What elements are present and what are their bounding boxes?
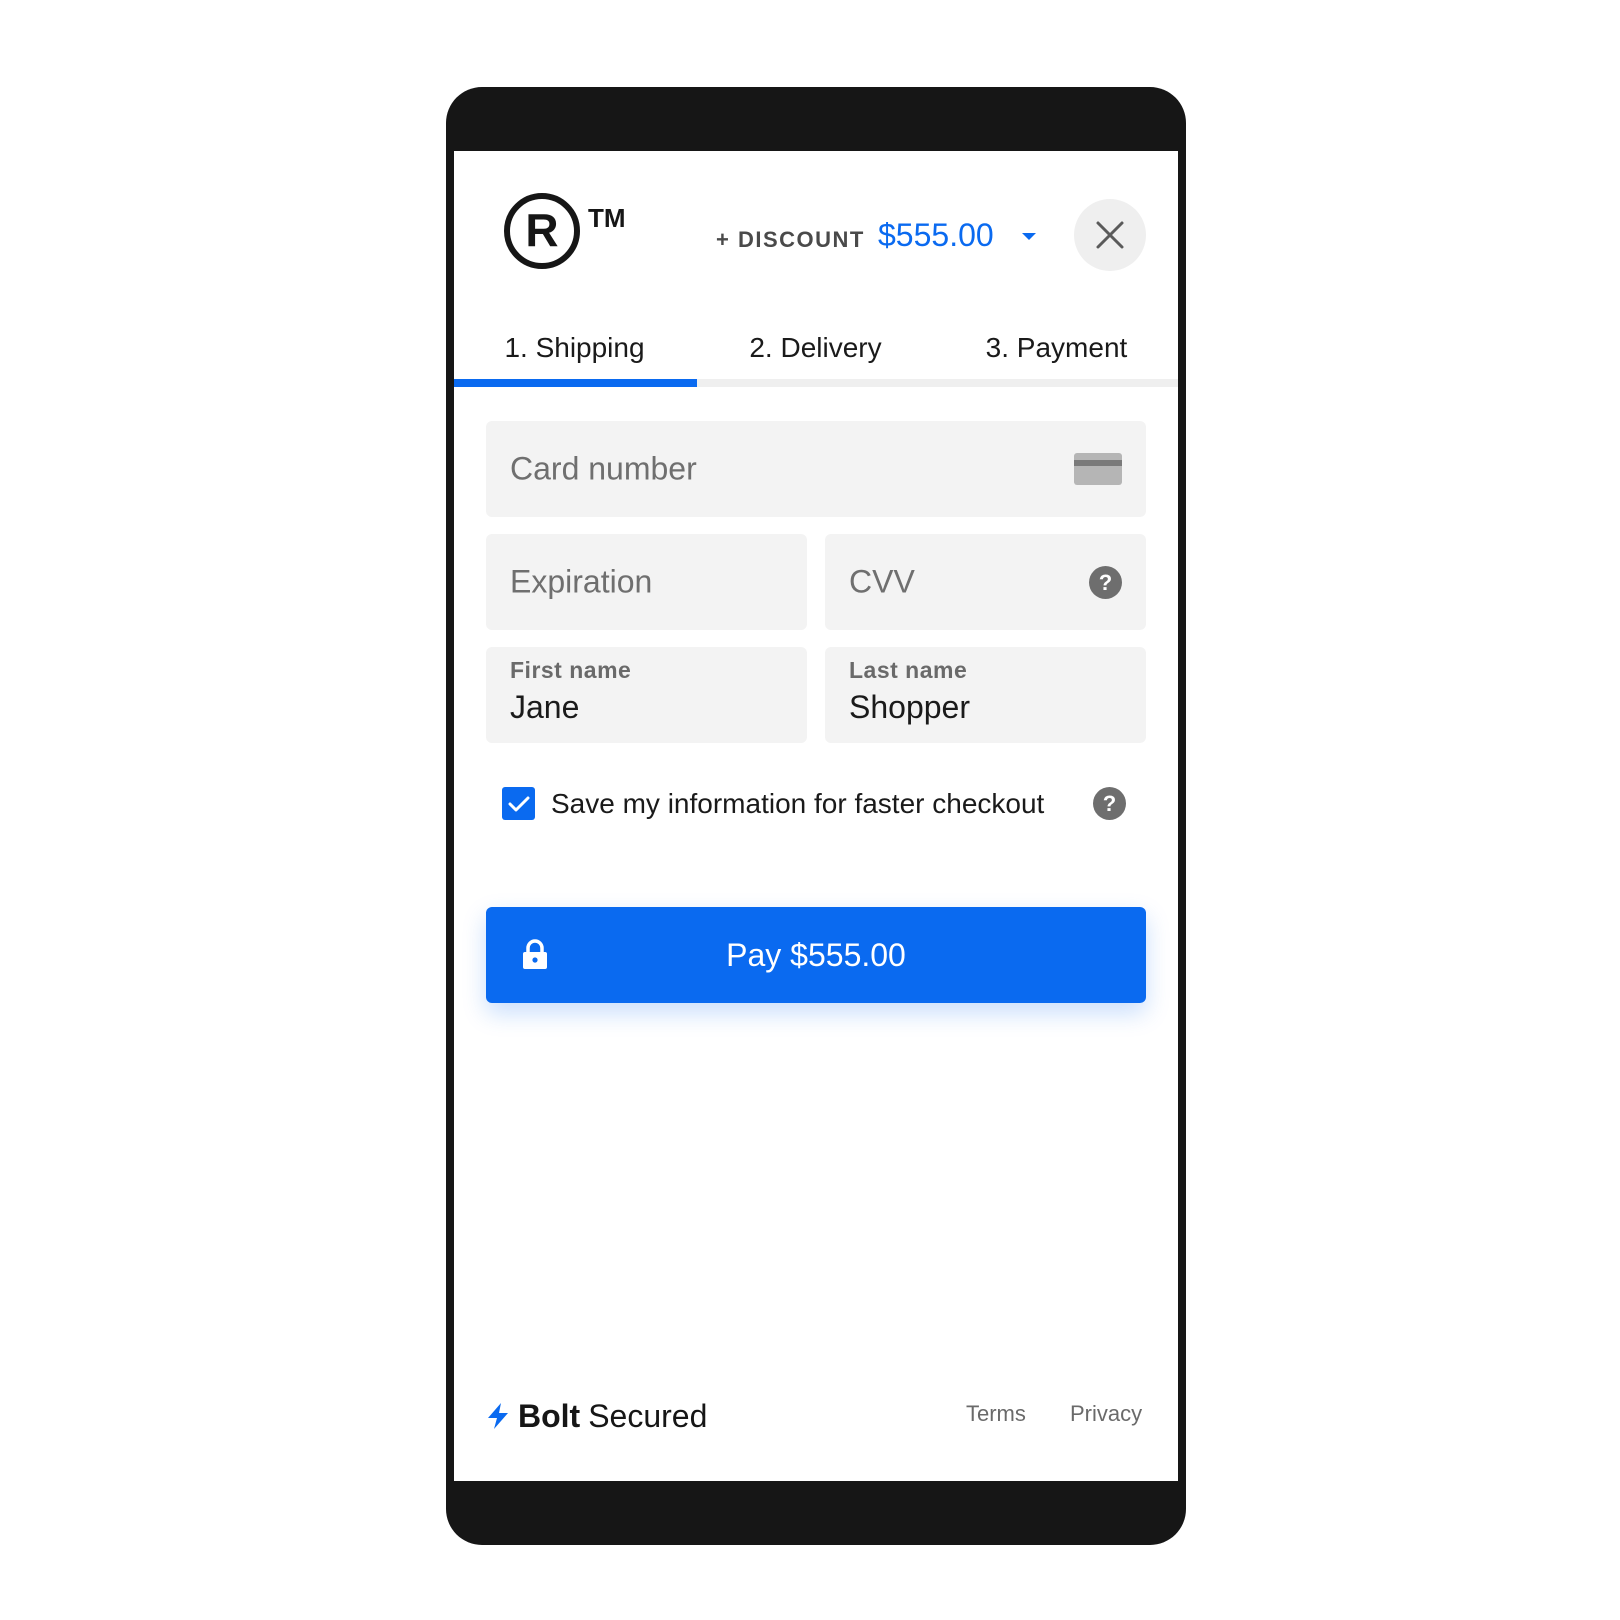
first-name-field[interactable]: First name Jane (486, 647, 807, 743)
checkout-modal: R TM + DISCOUNT $555.00 1. Shipping 2. D… (454, 151, 1178, 1481)
bolt-secured-text: Secured (588, 1397, 708, 1434)
registered-trademark-logo: R TM (504, 193, 626, 269)
add-discount-link[interactable]: + DISCOUNT (716, 227, 865, 253)
expiration-field[interactable]: Expiration (486, 534, 807, 630)
last-name-label: Last name (849, 657, 968, 683)
last-name-value: Shopper (849, 689, 970, 725)
cvv-field[interactable]: CVV ? (825, 534, 1146, 630)
save-info-help-icon[interactable]: ? (1093, 787, 1126, 820)
bolt-secured-badge: Bolt Secured (486, 1396, 707, 1436)
card-number-placeholder: Card number (510, 450, 697, 487)
checkmark-icon (508, 796, 529, 811)
cvv-placeholder: CVV (849, 563, 915, 600)
device-frame: R TM + DISCOUNT $555.00 1. Shipping 2. D… (446, 87, 1186, 1545)
cvv-help-icon[interactable]: ? (1089, 566, 1122, 599)
pay-button[interactable]: Pay $555.00 (486, 907, 1146, 1003)
bolt-lightning-icon (488, 1403, 508, 1429)
tab-delivery[interactable]: 2. Delivery (695, 317, 936, 379)
save-info-checkbox[interactable] (502, 787, 535, 820)
first-name-value: Jane (510, 689, 580, 725)
svg-text:R: R (525, 204, 558, 256)
pay-button-label: Pay $555.00 (726, 936, 906, 973)
terms-link[interactable]: Terms (966, 1401, 1026, 1427)
close-icon (1096, 221, 1124, 249)
expiration-placeholder: Expiration (510, 563, 653, 600)
checkout-steps: 1. Shipping 2. Delivery 3. Payment (454, 317, 1178, 387)
privacy-link[interactable]: Privacy (1070, 1401, 1142, 1427)
lock-icon (523, 939, 547, 969)
first-name-label: First name (510, 657, 632, 683)
active-tab-indicator (454, 379, 697, 387)
bolt-brand-name: Bolt (518, 1397, 581, 1434)
close-button[interactable] (1074, 199, 1146, 271)
last-name-field[interactable]: Last name Shopper (825, 647, 1146, 743)
credit-card-icon (1074, 453, 1122, 485)
save-info-label[interactable]: Save my information for faster checkout (551, 787, 1044, 820)
tab-shipping[interactable]: 1. Shipping (454, 317, 695, 379)
svg-text:TM: TM (588, 203, 626, 233)
chevron-down-icon[interactable] (1020, 231, 1038, 243)
order-total-toggle[interactable]: $555.00 (878, 217, 994, 254)
card-number-field[interactable]: Card number (486, 421, 1146, 517)
tab-payment[interactable]: 3. Payment (936, 317, 1177, 379)
